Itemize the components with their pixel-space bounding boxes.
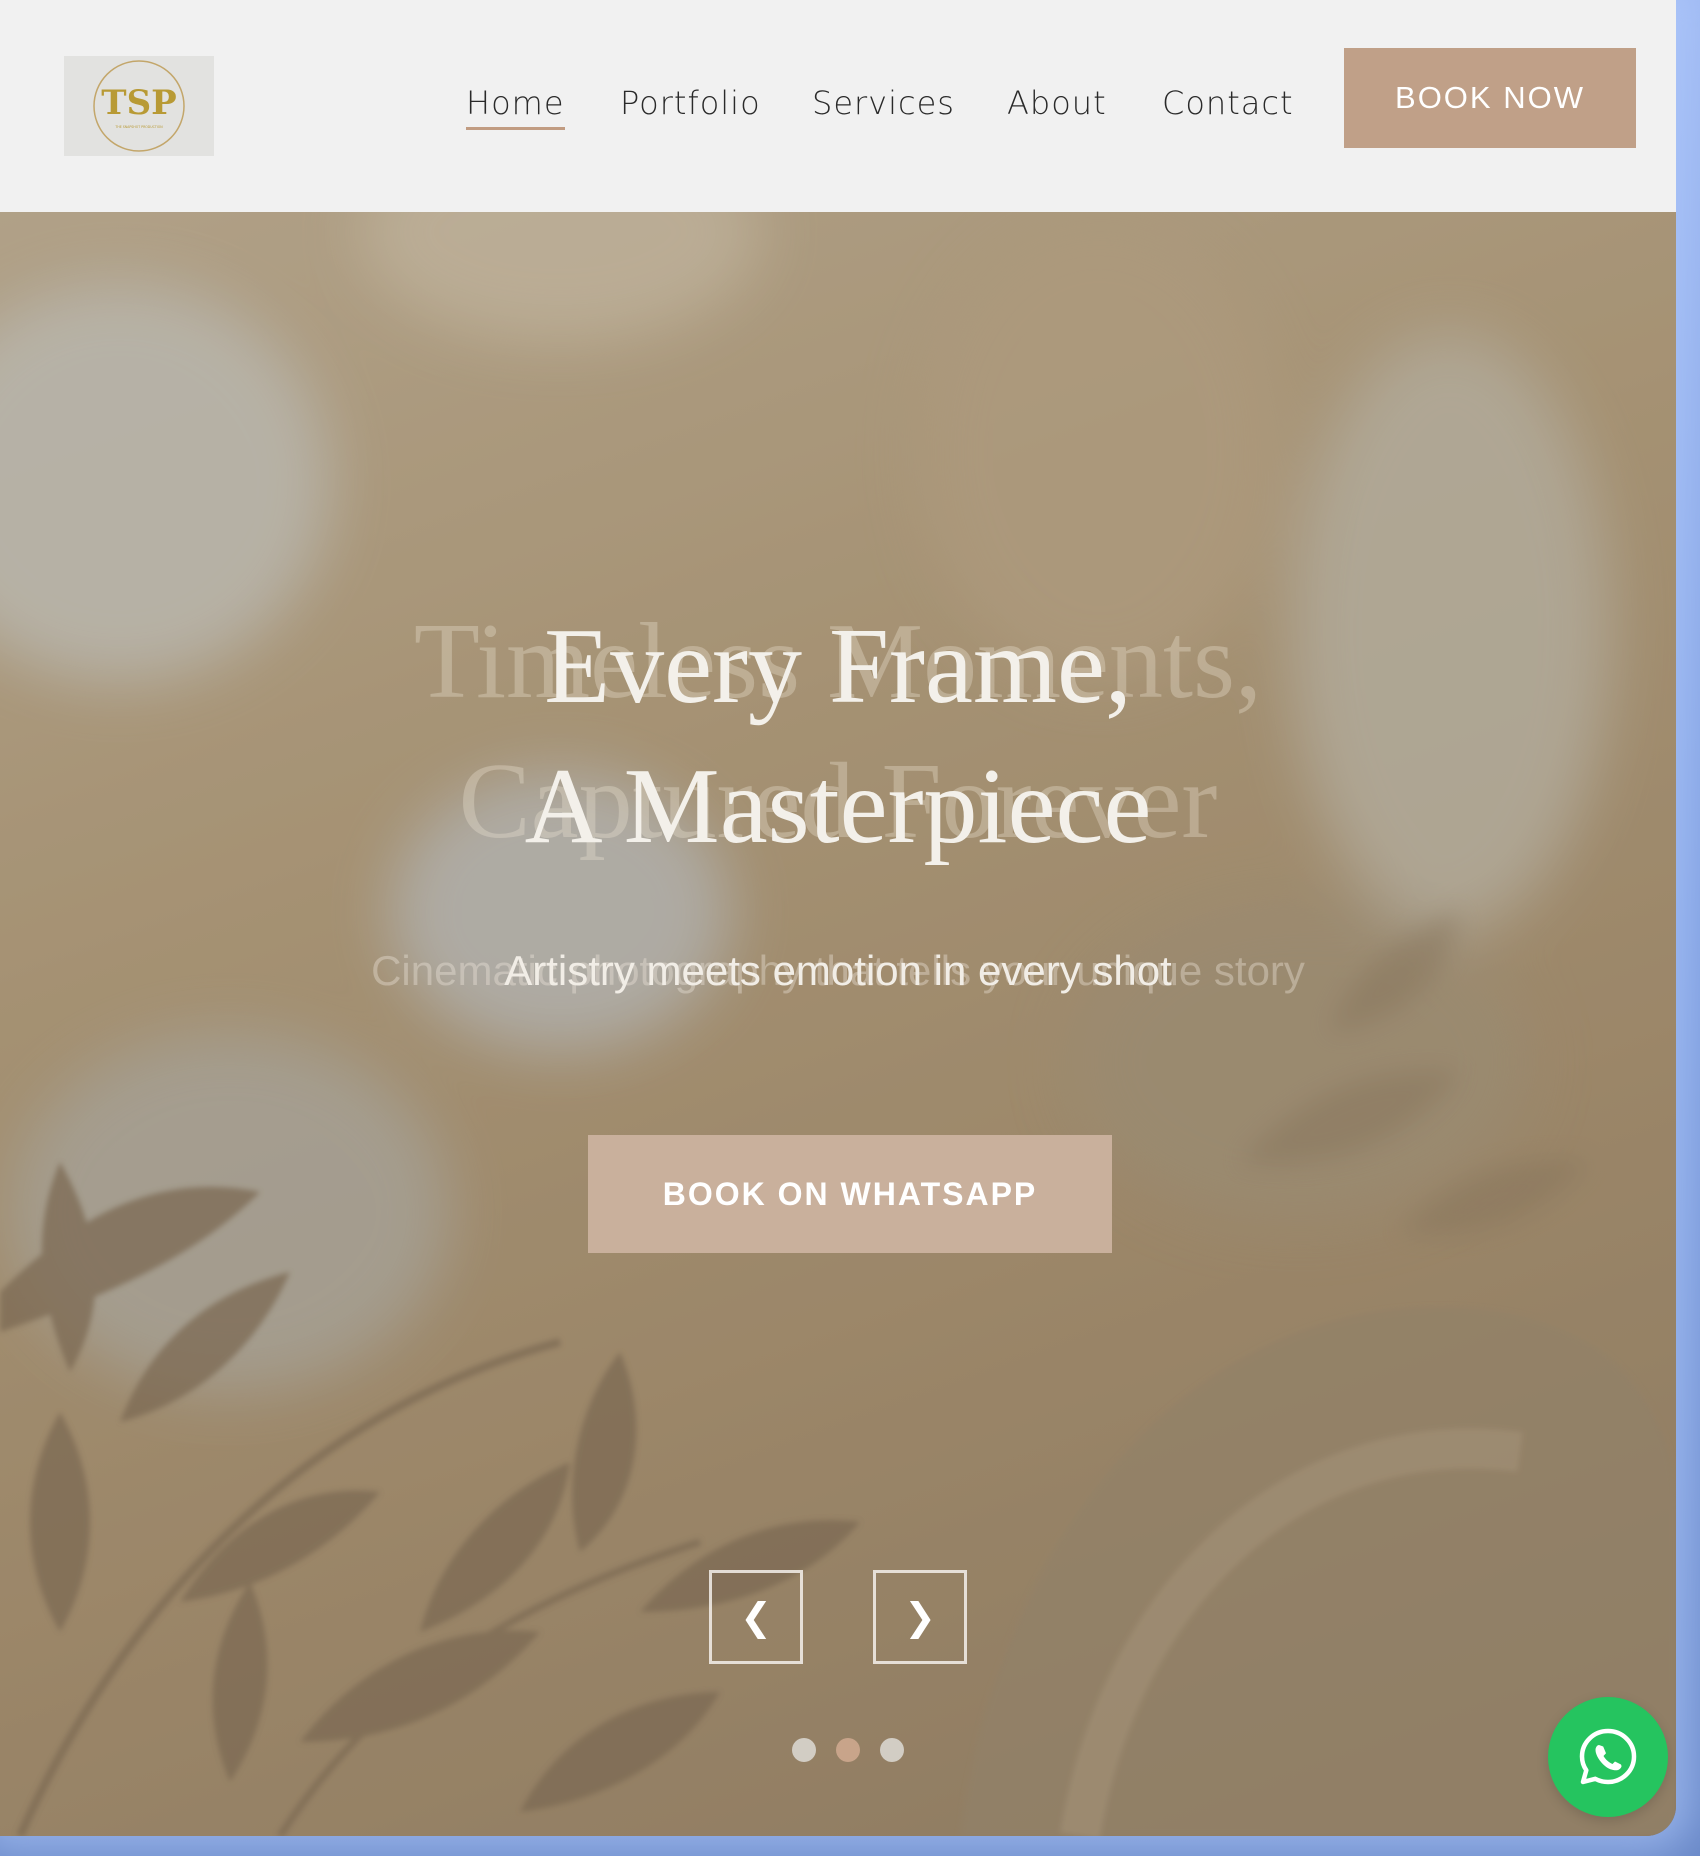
nav-home[interactable]: Home [466,84,565,130]
slider-dot-1[interactable] [792,1738,816,1762]
slider-dot-2[interactable] [836,1738,860,1762]
nav-portfolio[interactable]: Portfolio [620,84,761,122]
page: TSP THE SNAPSHOT PRODUCTION Home Portfol… [0,0,1676,1836]
slider-prev-button[interactable]: ❮ [709,1570,803,1664]
logo-caption: THE SNAPSHOT PRODUCTION [114,125,163,129]
site-logo[interactable]: TSP THE SNAPSHOT PRODUCTION [64,56,214,156]
hero-slider: Timeless Moments, Captured Forever Every… [0,212,1676,1836]
slider-next-button[interactable]: ❯ [873,1570,967,1664]
hero-background-image [0,212,1676,1836]
site-header: TSP THE SNAPSHOT PRODUCTION Home Portfol… [0,0,1676,212]
hero-headline-line1: Every Frame, [544,607,1132,726]
nav-about[interactable]: About [1007,84,1107,122]
nav-services[interactable]: Services [812,84,955,122]
hero-headline: Every Frame, A Masterpiece [0,597,1676,877]
hero-subtitle: Artistry meets emotion in every shot [504,947,1172,994]
nav-contact[interactable]: Contact [1162,84,1294,122]
hero-headline-line2: A Masterpiece [524,747,1152,866]
logo-initials: TSP [101,83,176,123]
book-now-button[interactable]: BOOK NOW [1344,48,1636,148]
logo-emblem: TSP THE SNAPSHOT PRODUCTION [93,60,185,152]
book-on-whatsapp-button[interactable]: BOOK ON WHATSAPP [588,1135,1112,1253]
chevron-right-icon: ❯ [904,1595,936,1639]
chevron-left-icon: ❮ [740,1595,772,1639]
whatsapp-float-button[interactable] [1548,1697,1668,1817]
whatsapp-icon [1579,1728,1637,1785]
slider-dot-3[interactable] [880,1738,904,1762]
